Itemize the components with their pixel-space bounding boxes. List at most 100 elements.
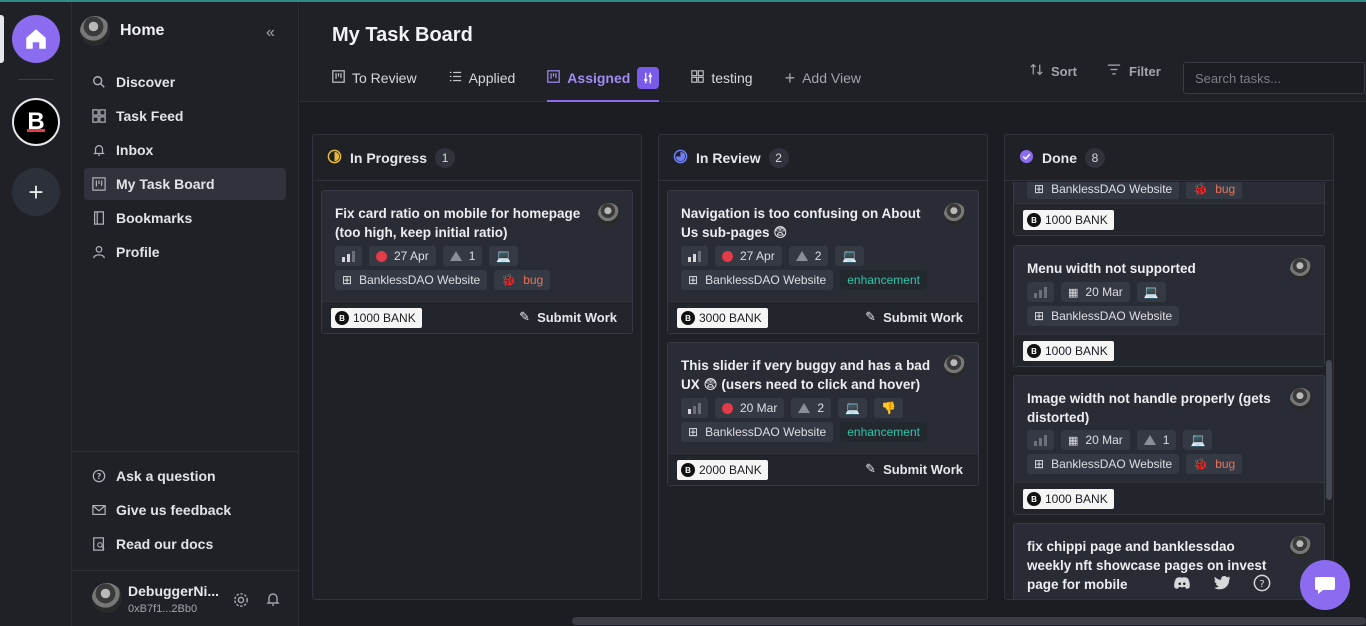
laptop-icon: 💻: [496, 249, 512, 263]
sidebar-item-inbox[interactable]: Inbox: [84, 134, 286, 166]
project-name: BanklessDAO Website: [1051, 182, 1173, 196]
board-horizontal-scrollbar[interactable]: [572, 617, 1366, 625]
card-footer: B 1000 BANK ✎ Submit Work: [322, 301, 632, 333]
tab-to-review[interactable]: To Review: [332, 64, 417, 92]
thumbs-down-icon: 👎: [881, 401, 896, 415]
in-progress-status-icon: [327, 149, 342, 167]
tab-label: Add View: [802, 70, 861, 86]
docs-link[interactable]: Read our docs: [84, 528, 286, 560]
sidebar-item-profile[interactable]: Profile: [84, 236, 286, 268]
discord-icon[interactable]: [1172, 573, 1192, 593]
sidebar-item-my-task-board[interactable]: My Task Board: [84, 168, 286, 200]
user-icon: [92, 245, 106, 259]
submit-work-button[interactable]: ✎ Submit Work: [865, 309, 963, 325]
task-title[interactable]: Menu width not supported: [1027, 259, 1282, 278]
priority-chip: [1027, 282, 1054, 302]
points: 1: [1162, 433, 1170, 447]
filter-button[interactable]: Filter: [1107, 63, 1161, 79]
task-card[interactable]: This slider if very buggy and has a bad …: [667, 342, 979, 486]
grid-icon: ⊞: [1034, 457, 1045, 471]
pencil-icon: ✎: [865, 309, 877, 324]
pencil-icon: ✎: [519, 309, 531, 324]
task-card[interactable]: Navigation is too confusing on About Us …: [667, 190, 979, 334]
twitter-icon[interactable]: [1212, 573, 1232, 593]
tab-testing[interactable]: testing: [691, 64, 753, 92]
submit-label: Submit Work: [883, 309, 963, 325]
avatar[interactable]: [92, 583, 122, 613]
view-tabs: To Review Applied Assigned testing + Add…: [332, 64, 861, 102]
category-chip: 💻: [835, 246, 865, 266]
project-name: BanklessDAO Website: [1051, 309, 1173, 323]
sidebar-item-discover[interactable]: Discover: [84, 66, 286, 98]
bookmark-icon: [92, 211, 106, 225]
add-org-button[interactable]: +: [12, 168, 60, 216]
in-review-status-icon: [673, 149, 688, 167]
bug-tag: 🐞 bug: [494, 270, 551, 290]
bank-token-icon: B: [681, 463, 695, 477]
task-title[interactable]: Fix card ratio on mobile for homepage (t…: [335, 204, 590, 242]
points-icon: [798, 403, 811, 413]
bug-icon: 🐞: [1193, 457, 1209, 471]
bug-tag: 🐞 bug: [1186, 454, 1243, 474]
task-tags: ⊞ BanklessDAO Website 🐞 bug: [1027, 182, 1243, 199]
assignee-avatar: [944, 203, 966, 225]
rail-active-indicator: [0, 15, 4, 63]
card-footer: B 3000 BANK ✎ Submit Work: [668, 301, 978, 333]
task-title[interactable]: This slider if very buggy and has a bad …: [681, 356, 936, 394]
task-card[interactable]: Menu width not supported ▦ 20 Mar 💻 ⊞ Bank…: [1013, 245, 1325, 367]
laptop-icon: 💻: [1143, 285, 1159, 299]
task-title[interactable]: Navigation is too confusing on About Us …: [681, 204, 936, 242]
task-card[interactable]: ⊞ BanklessDAO Website 🐞 bug B 1000 BANK: [1013, 182, 1325, 236]
task-card[interactable]: Image width not handle properly (gets di…: [1013, 375, 1325, 515]
submit-work-button[interactable]: ✎ Submit Work: [519, 309, 617, 325]
gear-icon[interactable]: [232, 591, 250, 612]
sidebar-item-bookmarks[interactable]: Bookmarks: [84, 202, 286, 234]
submit-work-button[interactable]: ✎ Submit Work: [865, 461, 963, 477]
ask-question-link[interactable]: ? Ask a question: [84, 460, 286, 492]
dao-logo-icon: B: [27, 108, 45, 135]
collapse-sidebar-icon[interactable]: «: [266, 24, 275, 42]
notification-bell-icon[interactable]: [265, 591, 281, 610]
points-chip: 1: [1136, 430, 1177, 450]
project-chip[interactable]: ⊞ BanklessDAO Website: [1027, 182, 1180, 199]
board-tools: Sort Filter: [1030, 63, 1161, 79]
project-chip[interactable]: ⊞ BanklessDAO Website: [335, 270, 488, 290]
grid-icon: ⊞: [1034, 182, 1045, 196]
task-card[interactable]: Fix card ratio on mobile for homepage (t…: [321, 190, 633, 334]
laptop-icon: 💻: [845, 401, 860, 415]
home-button[interactable]: [12, 15, 60, 63]
points-chip: 2: [788, 246, 829, 266]
dao-button[interactable]: B: [12, 98, 60, 146]
search-input[interactable]: [1183, 62, 1365, 94]
column-scrollbar[interactable]: [1326, 360, 1332, 500]
add-view-button[interactable]: + Add View: [785, 64, 861, 92]
chat-support-button[interactable]: [1300, 560, 1350, 610]
task-title[interactable]: Image width not handle properly (gets di…: [1027, 389, 1282, 427]
mail-icon: [92, 503, 106, 517]
project-chip[interactable]: ⊞ BanklessDAO Website: [1027, 306, 1180, 326]
project-chip[interactable]: ⊞ BanklessDAO Website: [1027, 454, 1180, 474]
view-settings-button[interactable]: [637, 67, 660, 89]
points-chip: 1: [442, 246, 483, 266]
feedback-link[interactable]: Give us feedback: [84, 494, 286, 526]
grid-icon: ⊞: [342, 273, 353, 287]
due-date-chip: 27 Apr: [715, 246, 782, 266]
project-chip[interactable]: ⊞ BanklessDAO Website: [681, 422, 834, 442]
task-tags: ⊞ BanklessDAO Website 🐞 bug: [335, 270, 551, 290]
tab-assigned[interactable]: Assigned: [547, 64, 660, 102]
project-chip[interactable]: ⊞ BanklessDAO Website: [681, 270, 834, 290]
tag-label: bug: [1215, 457, 1236, 471]
reaction-chip: 👎: [874, 398, 903, 418]
sort-button[interactable]: Sort: [1030, 63, 1077, 79]
sidebar-item-task-feed[interactable]: Task Feed: [84, 100, 286, 132]
bank-token-icon: B: [335, 311, 349, 325]
bank-token-icon: B: [1027, 492, 1041, 506]
tab-applied[interactable]: Applied: [449, 64, 515, 92]
user-name[interactable]: DebuggerNi...: [128, 583, 219, 599]
bug-icon: 🐞: [1193, 182, 1209, 196]
column-in-review: In Review 2 Navigation is too confusing …: [658, 134, 988, 600]
user-panel: DebuggerNi... 0xB7f1...2Bb0: [72, 570, 299, 626]
task-card[interactable]: fix chippi page and banklessdao weekly n…: [1013, 523, 1325, 599]
help-icon[interactable]: ?: [1252, 573, 1272, 593]
category-chip: 💻: [1136, 282, 1166, 302]
